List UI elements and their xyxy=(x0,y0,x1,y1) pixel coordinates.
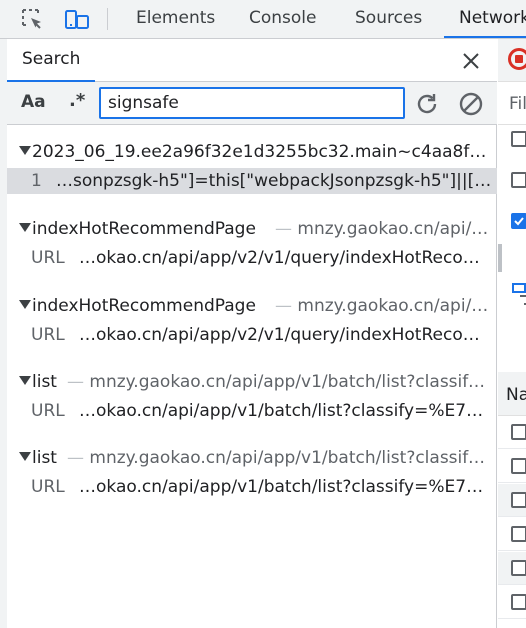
regex-button[interactable]: .* xyxy=(69,90,85,111)
result-request-name: indexHotRecommendPage xyxy=(32,219,256,239)
result-match-row[interactable]: URL …okao.cn/api/app/v2/v1/query/indexHo… xyxy=(7,245,497,271)
result-match-text: …sonpzsgk-h5"]=this["webpackJsonpzsgk-h5… xyxy=(56,171,496,191)
result-request-url: — mnzy.gaokao.cn/api/app/v1/batch/list?c… xyxy=(67,445,495,471)
result-header[interactable]: list — mnzy.gaokao.cn/api/app/v1/batch/l… xyxy=(7,369,497,395)
checkbox-option[interactable] xyxy=(511,172,526,188)
result-file-name: 2023_06_19.ee2a96f32e1d3255bc32.main~c4a… xyxy=(32,142,495,162)
result-header[interactable]: indexHotRecommendPage — mnzy.gaokao.cn/a… xyxy=(7,293,497,319)
network-table-row[interactable] xyxy=(498,552,526,585)
result-request-name: indexHotRecommendPage xyxy=(32,296,256,316)
network-table-row[interactable] xyxy=(498,484,526,517)
result-line-number: 1 xyxy=(31,171,42,191)
expand-triangle-icon[interactable] xyxy=(19,300,31,309)
result-match-text: …okao.cn/api/app/v1/batch/list?classify=… xyxy=(79,401,495,421)
filter-input[interactable]: Fil xyxy=(509,94,526,114)
result-url-text: mnzy.gaokao.cn/api/app/v1/batch/list?cla… xyxy=(89,448,495,468)
result-url-text: mnzy.gaokao.cn/api/app/v1/batch/list?cla… xyxy=(89,372,495,392)
result-url-label: URL xyxy=(31,477,65,497)
result-request-name: list xyxy=(32,448,57,468)
expand-triangle-icon[interactable] xyxy=(19,376,31,385)
network-overview-chart xyxy=(506,281,526,321)
checkbox-option[interactable] xyxy=(511,131,526,147)
network-panel: Fil Na xyxy=(498,39,526,628)
toolbar-divider xyxy=(107,8,108,30)
close-icon[interactable] xyxy=(459,49,483,73)
expand-triangle-icon[interactable] xyxy=(19,223,31,232)
overview-scrollbar[interactable] xyxy=(498,244,502,272)
result-header[interactable]: 2023_06_19.ee2a96f32e1d3255bc32.main~c4a… xyxy=(7,139,497,165)
search-tab[interactable]: Search xyxy=(7,39,95,82)
refresh-icon[interactable] xyxy=(413,90,441,118)
result-match-text: …okao.cn/api/app/v2/v1/query/indexHotRec… xyxy=(79,248,495,268)
network-toolbar xyxy=(498,39,526,82)
tab-sources[interactable]: Sources xyxy=(355,0,422,38)
clear-icon[interactable] xyxy=(457,90,485,118)
result-request-url: — mnzy.gaokao.cn/api/app/v2/v1/query/ind… xyxy=(275,293,495,319)
tab-network[interactable]: Network xyxy=(444,0,526,38)
device-toolbar-icon[interactable] xyxy=(63,5,91,33)
network-table-header: Na xyxy=(498,372,526,416)
result-url-text: mnzy.gaokao.cn/api/app/v2/v1/query/index… xyxy=(297,296,495,316)
result-request-name: list xyxy=(32,372,57,392)
result-url-label: URL xyxy=(31,248,65,268)
result-match-row[interactable]: URL …okao.cn/api/app/v1/batch/list?class… xyxy=(7,398,497,424)
result-url-text: mnzy.gaokao.cn/api/app/v2/v1/query/index… xyxy=(297,219,495,239)
expand-triangle-icon[interactable] xyxy=(19,452,31,461)
network-table-row[interactable] xyxy=(498,450,526,483)
match-case-button[interactable]: Aa xyxy=(21,92,46,112)
result-match-row[interactable]: URL …okao.cn/api/app/v1/batch/list?class… xyxy=(7,474,497,500)
devtools-toolbar: Elements Console Sources Network xyxy=(0,0,526,39)
search-panel-header: Search xyxy=(7,39,497,82)
tab-console[interactable]: Console xyxy=(249,0,317,38)
result-request-url: — mnzy.gaokao.cn/api/app/v2/v1/query/ind… xyxy=(275,216,495,242)
tab-elements[interactable]: Elements xyxy=(136,0,215,38)
result-match-text: …okao.cn/api/app/v2/v1/query/indexHotRec… xyxy=(79,325,495,345)
expand-triangle-icon[interactable] xyxy=(19,146,31,155)
network-table-row[interactable] xyxy=(498,518,526,551)
result-match-row[interactable]: URL …okao.cn/api/app/v2/v1/query/indexHo… xyxy=(7,322,497,348)
network-filter-row: Fil xyxy=(498,82,526,125)
name-column-header[interactable]: Na xyxy=(506,385,526,405)
search-toolbar: Aa .* xyxy=(7,82,497,125)
checkbox-option-checked[interactable] xyxy=(511,213,526,229)
result-header[interactable]: indexHotRecommendPage — mnzy.gaokao.cn/a… xyxy=(7,216,497,242)
inspect-element-icon[interactable] xyxy=(18,5,46,33)
result-match-text: …okao.cn/api/app/v1/batch/list?classify=… xyxy=(79,477,495,497)
drawer-gutter xyxy=(0,39,7,628)
record-icon[interactable] xyxy=(508,48,526,70)
search-input[interactable] xyxy=(99,87,405,119)
network-table-row[interactable] xyxy=(498,416,526,449)
result-match-row[interactable]: 1 …sonpzsgk-h5"]=this["webpackJsonpzsgk-… xyxy=(7,168,497,194)
result-header[interactable]: list — mnzy.gaokao.cn/api/app/v1/batch/l… xyxy=(7,445,497,471)
result-url-label: URL xyxy=(31,325,65,345)
result-url-label: URL xyxy=(31,401,65,421)
network-table-row[interactable] xyxy=(498,586,526,619)
search-panel: Search Aa .* 2023_06_1 xyxy=(7,39,497,628)
result-request-url: — mnzy.gaokao.cn/api/app/v1/batch/list?c… xyxy=(67,369,495,395)
